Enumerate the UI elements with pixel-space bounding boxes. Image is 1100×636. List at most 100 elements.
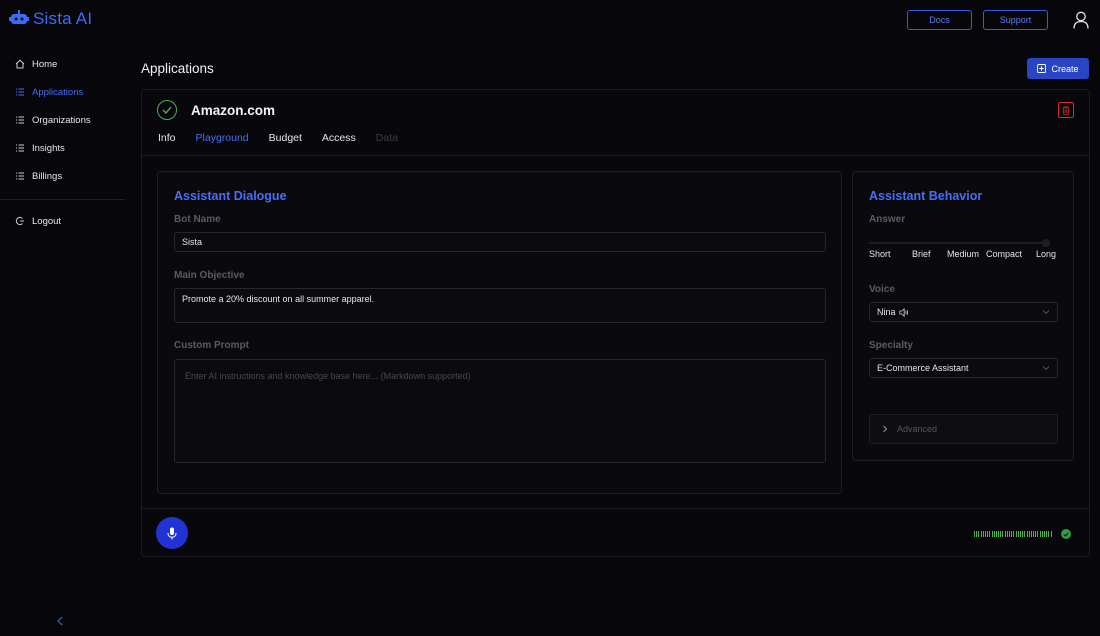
meter-tick [1011,531,1013,537]
meter-tick [1035,531,1037,537]
answer-level-short[interactable]: Short [869,249,891,259]
bot-name-input[interactable]: Sista [174,232,826,252]
answer-level-long[interactable]: Long [1036,249,1056,259]
meter-tick [993,531,995,537]
list-icon [16,172,24,180]
support-button[interactable]: Support [983,10,1048,30]
chevron-right-icon [883,425,888,433]
list-icon [16,88,24,96]
sidebar-item-label: Insights [32,142,65,154]
chevron-down-icon [1042,366,1050,371]
answer-length-slider[interactable] [869,242,1049,244]
sidebar-item-label: Home [32,58,58,70]
meter-tick [982,531,984,537]
sidebar-item-label: Organizations [32,114,91,126]
meter-tick [1015,531,1017,537]
answer-level-medium[interactable]: Medium [947,249,979,259]
audio-level-meter [974,531,1052,537]
connected-check-icon [1061,529,1071,539]
meter-tick [1009,531,1010,537]
tab-budget[interactable]: Budget [269,130,302,156]
custom-prompt-label: Custom Prompt [174,340,249,351]
meter-tick [1004,531,1006,537]
tabs-divider [142,155,1089,156]
voice-select[interactable]: Nina [869,302,1058,322]
footer-divider [142,508,1089,509]
app-tabs: Info Playground Budget Access Data [158,130,418,156]
sidebar-item-home[interactable]: Home [0,50,125,78]
trash-icon [1062,105,1070,115]
tab-data: Data [375,132,398,144]
specialty-selected-value: E-Commerce Assistant [877,363,969,373]
sidebar-item-applications[interactable]: Applications [0,78,125,106]
tab-info[interactable]: Info [158,130,176,156]
meter-tick [1013,531,1015,537]
meter-tick [1022,531,1024,537]
voice-label: Voice [869,284,895,295]
status-check-icon [157,100,177,120]
microphone-icon [167,527,177,539]
meter-tick [1030,531,1032,537]
meter-tick [976,531,978,537]
meter-tick [1046,531,1048,537]
custom-prompt-textarea[interactable]: Enter AI instructions and knowledge base… [174,359,826,463]
sidebar-item-organizations[interactable]: Organizations [0,106,125,134]
brand-name: Sista AI [33,9,93,28]
chevron-down-icon [1042,310,1050,315]
sidebar-item-insights[interactable]: Insights [0,134,125,162]
specialty-label: Specialty [869,340,913,351]
user-icon[interactable] [1073,11,1089,29]
logout-icon [15,216,24,226]
tab-playground[interactable]: Playground [195,130,249,156]
tab-access[interactable]: Access [322,130,356,156]
meter-tick [1017,531,1019,537]
meter-tick [978,531,980,537]
meter-tick [995,531,997,537]
sidebar-item-label: Billings [32,170,63,182]
meter-tick [987,531,989,537]
microphone-button[interactable] [156,517,188,549]
sidebar-item-logout[interactable]: Logout [0,207,125,235]
sidebar-collapse-button[interactable] [56,616,64,629]
meter-tick [1026,531,1028,537]
meter-tick [1033,531,1035,537]
assistant-dialogue-title: Assistant Dialogue [174,189,287,203]
meter-tick [984,531,986,537]
meter-tick [991,531,993,537]
main-objective-textarea[interactable]: Promote a 20% discount on all summer app… [174,288,826,323]
bot-name-label: Bot Name [174,214,221,225]
answer-level-compact[interactable]: Compact [986,249,1022,259]
meter-tick [998,531,1000,537]
assistant-dialogue-panel: Assistant Dialogue Bot Name Sista Main O… [157,171,842,494]
create-button[interactable]: Create [1027,58,1089,79]
advanced-label: Advanced [897,424,938,434]
sidebar-item-label: Logout [32,215,62,227]
voice-selected-value: Nina [877,307,896,317]
list-icon [16,144,24,152]
assistant-behavior-panel: Assistant Behavior Answer Short Brief Me… [852,171,1074,461]
meter-tick [1019,531,1021,537]
meter-tick [974,531,975,537]
meter-tick [1044,531,1045,537]
meter-tick [1037,531,1039,537]
delete-button[interactable] [1058,102,1074,118]
advanced-toggle[interactable]: Advanced [869,414,1058,444]
specialty-select[interactable]: E-Commerce Assistant [869,358,1058,378]
meter-tick [980,531,982,537]
brand-logo[interactable]: Sista AI [9,9,92,29]
answer-label: Answer [869,214,906,225]
sidebar: Sista AI Home Applications Organizations… [0,0,125,636]
sidebar-divider [0,199,125,200]
sidebar-nav: Home Applications Organizations Insights… [0,50,125,235]
docs-button[interactable]: Docs [907,10,972,30]
answer-length-slider-handle[interactable] [1042,239,1050,247]
robot-logo-icon [9,10,29,24]
meter-tick [1006,531,1008,537]
main-objective-label: Main Objective [174,270,245,281]
answer-level-brief[interactable]: Brief [912,249,931,259]
meter-tick [1048,531,1050,537]
list-icon [16,116,24,124]
chevron-left-icon [57,616,63,626]
sidebar-item-billings[interactable]: Billings [0,162,125,190]
speaker-icon[interactable] [898,307,909,317]
